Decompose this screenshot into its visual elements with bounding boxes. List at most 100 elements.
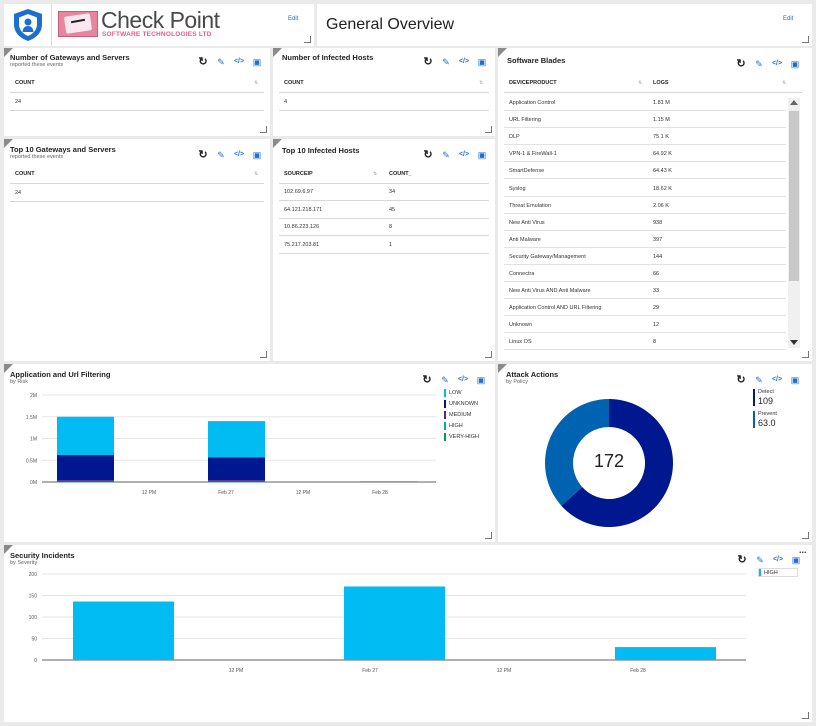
sort-icon[interactable]: ⇅ bbox=[254, 80, 258, 86]
bar-medium[interactable] bbox=[57, 480, 114, 482]
bar-high[interactable] bbox=[615, 647, 716, 660]
pin-icon[interactable]: ▣ bbox=[473, 149, 491, 161]
bar-medium[interactable] bbox=[208, 480, 265, 482]
pin-icon[interactable]: ▣ bbox=[786, 374, 804, 386]
refresh-icon[interactable]: ↻ bbox=[732, 58, 750, 70]
code-icon[interactable]: </> bbox=[230, 149, 248, 161]
code-icon[interactable]: </> bbox=[230, 56, 248, 68]
bar-high[interactable] bbox=[73, 601, 174, 660]
code-icon[interactable]: </> bbox=[455, 56, 473, 68]
top-infected-tile: Top 10 Infected Hosts ↻ ✎ </> ▣ SOURCEIP ⇅ … bbox=[273, 139, 495, 361]
logo-title: Check Point bbox=[101, 7, 220, 33]
legend-swatch bbox=[444, 422, 446, 430]
pencil-icon[interactable]: ✎ bbox=[750, 374, 768, 386]
bar-unknown[interactable] bbox=[57, 455, 114, 481]
device-product-cell: Application Control bbox=[509, 100, 556, 106]
y-tick-label: 0M bbox=[30, 480, 37, 486]
sort-icon[interactable]: ⇅ bbox=[782, 80, 786, 86]
x-tick-label: 12 PM bbox=[142, 490, 156, 496]
code-icon[interactable]: </> bbox=[768, 58, 786, 70]
scroll-up-icon[interactable] bbox=[790, 100, 798, 105]
tile-toolbar: ↻ ✎ </> ▣ bbox=[732, 58, 804, 70]
legend-item[interactable]: HIGH bbox=[758, 568, 798, 577]
refresh-icon[interactable]: ↻ bbox=[194, 149, 212, 161]
tile-menu-icon[interactable] bbox=[273, 139, 282, 148]
pin-icon[interactable]: ▣ bbox=[786, 58, 804, 70]
refresh-icon[interactable]: ↻ bbox=[419, 56, 437, 68]
device-product-cell: SmartDefense bbox=[509, 168, 545, 175]
row-divider bbox=[504, 332, 786, 334]
legend-swatch bbox=[444, 400, 446, 408]
sort-icon[interactable]: ⇅ bbox=[638, 80, 642, 86]
refresh-icon[interactable]: ↻ bbox=[194, 56, 212, 68]
bar-high[interactable] bbox=[344, 586, 445, 660]
scroll-down-icon[interactable] bbox=[790, 340, 798, 345]
resize-handle[interactable] bbox=[802, 532, 809, 539]
sort-icon[interactable]: ⇅ bbox=[479, 80, 483, 86]
bar-low[interactable] bbox=[208, 421, 265, 458]
legend-label: Prevent bbox=[758, 411, 777, 417]
y-tick-label: 1.5M bbox=[26, 415, 37, 421]
attack-actions-tile: Attack Actions by Policy ↻ ✎ </> ▣ 172 Dete… bbox=[498, 364, 812, 542]
legend-swatch bbox=[753, 411, 755, 428]
legend-label: LOW bbox=[449, 390, 462, 396]
logo-tile: Check Point SOFTWARE TECHNOLOGIES LTD Ed… bbox=[4, 4, 314, 46]
resize-handle[interactable] bbox=[260, 351, 267, 358]
bar-unknown[interactable] bbox=[208, 457, 265, 481]
column-header-sourceip[interactable]: SOURCEIP bbox=[284, 171, 313, 177]
column-header-count[interactable]: COUNT bbox=[15, 80, 35, 86]
bar-high[interactable] bbox=[208, 481, 265, 483]
bar-low[interactable] bbox=[57, 416, 114, 456]
device-product-cell: Linux OS bbox=[509, 339, 532, 346]
resize-handle[interactable] bbox=[802, 351, 809, 358]
pencil-icon[interactable]: ✎ bbox=[212, 56, 230, 68]
device-product-cell: DLP bbox=[509, 134, 520, 141]
source-ip-cell: 102.69.6.97 bbox=[284, 189, 314, 195]
y-tick-label: 0 bbox=[34, 658, 37, 664]
source-ip-cell: 64.121.218.171 bbox=[284, 206, 323, 213]
tile-menu-icon[interactable] bbox=[273, 48, 282, 57]
resize-handle[interactable] bbox=[260, 126, 267, 133]
scrollbar-thumb[interactable] bbox=[789, 111, 799, 281]
sort-icon[interactable]: ⇅ bbox=[254, 171, 258, 177]
pencil-icon[interactable]: ✎ bbox=[212, 149, 230, 161]
pin-icon[interactable]: ▣ bbox=[473, 56, 491, 68]
tile-menu-icon[interactable] bbox=[498, 48, 507, 57]
resize-handle[interactable] bbox=[802, 36, 809, 43]
bar-low[interactable] bbox=[360, 481, 417, 482]
pencil-icon[interactable]: ✎ bbox=[437, 149, 455, 161]
device-product-cell: URL Filtering bbox=[509, 117, 541, 124]
legend-value: 109 bbox=[758, 396, 774, 406]
pin-icon[interactable]: ▣ bbox=[248, 149, 266, 161]
resize-handle[interactable] bbox=[485, 351, 492, 358]
row-divider bbox=[279, 252, 489, 254]
y-tick-label: 2M bbox=[30, 393, 37, 399]
resize-handle[interactable] bbox=[485, 532, 492, 539]
scrollbar[interactable] bbox=[788, 98, 800, 348]
device-product-cell: Application Control AND URL Filtering bbox=[509, 305, 602, 312]
logo-edit-link[interactable]: Edit bbox=[288, 16, 298, 22]
tile-toolbar: ↻ ✎ </> ▣ bbox=[194, 149, 266, 161]
pin-icon[interactable]: ▣ bbox=[248, 56, 266, 68]
bar-high[interactable] bbox=[57, 481, 114, 483]
pencil-icon[interactable]: ✎ bbox=[750, 58, 768, 70]
refresh-icon[interactable]: ↻ bbox=[419, 149, 437, 161]
legend-swatch bbox=[444, 389, 446, 397]
title-edit-link[interactable]: Edit bbox=[783, 16, 793, 22]
resize-handle[interactable] bbox=[485, 126, 492, 133]
column-header-deviceproduct[interactable]: DEVICEPRODUCT bbox=[509, 80, 557, 86]
resize-handle[interactable] bbox=[802, 712, 809, 719]
column-header-count[interactable]: COUNT bbox=[15, 171, 35, 177]
column-header-count[interactable]: COUNT_ bbox=[389, 171, 412, 177]
resize-handle[interactable] bbox=[304, 36, 311, 43]
pencil-icon[interactable]: ✎ bbox=[437, 56, 455, 68]
logo-divider bbox=[51, 4, 52, 46]
code-icon[interactable]: </> bbox=[768, 374, 786, 386]
column-header-logs[interactable]: LOGS bbox=[653, 80, 669, 86]
logs-cell: 1.15 M bbox=[653, 117, 670, 124]
code-icon[interactable]: </> bbox=[455, 149, 473, 161]
row-divider bbox=[279, 235, 489, 236]
sort-icon[interactable]: ⇅ bbox=[373, 171, 377, 177]
x-tick-label: Feb 27 bbox=[218, 490, 234, 496]
column-header-count[interactable]: COUNT bbox=[284, 80, 304, 86]
